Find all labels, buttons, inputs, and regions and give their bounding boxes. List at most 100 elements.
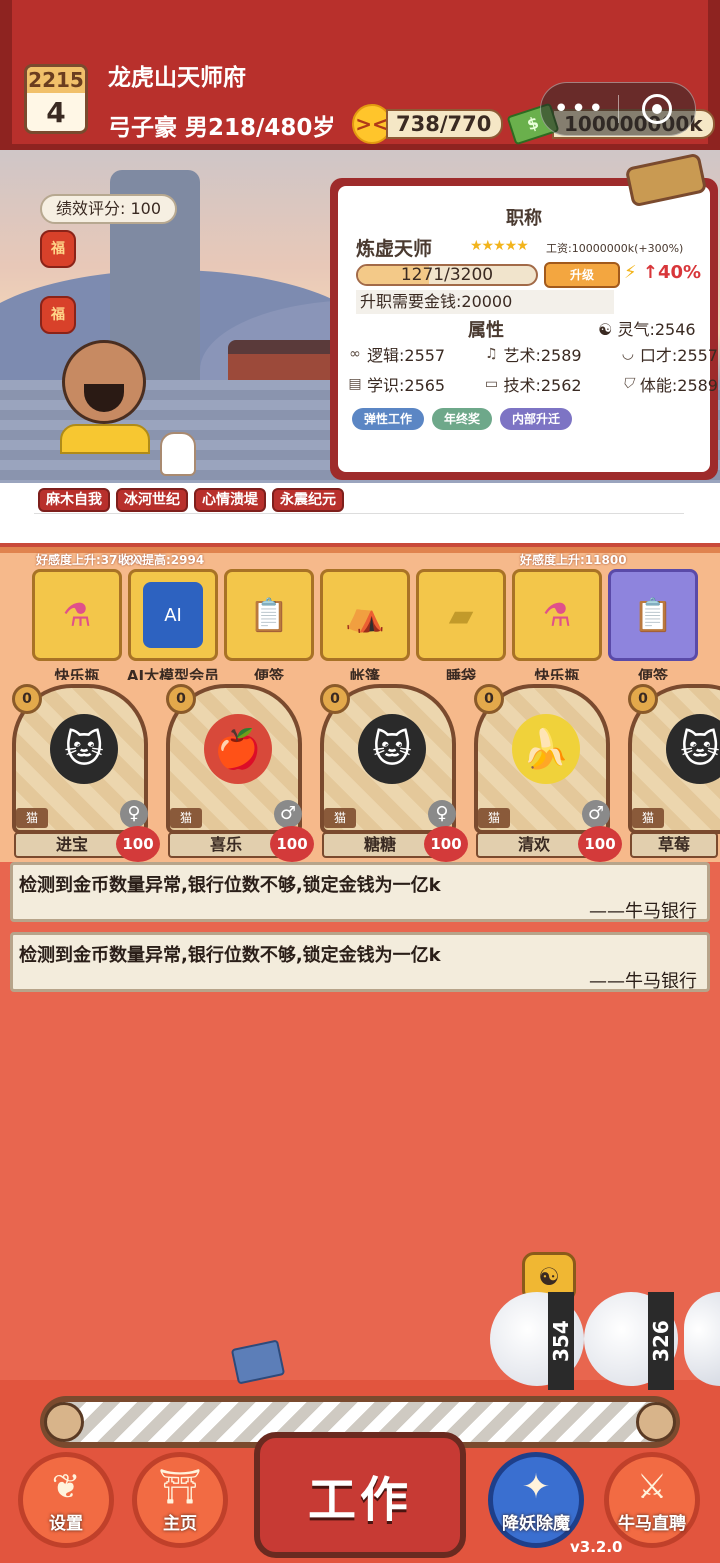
monitor-icon: ▭ <box>484 376 499 392</box>
buff-text: 好感度上升:11800 <box>520 553 627 567</box>
item-shelf: 好感度上升:37880 收入提高:2994 好感度上升:11800 ⚗ 快乐瓶 … <box>0 543 720 685</box>
clipboard-icon: 📋 <box>633 596 673 634</box>
music-note-icon: ♫ <box>485 346 498 362</box>
event-tag[interactable]: 冰河世纪 <box>116 488 188 512</box>
pet-name: 草莓 <box>630 832 718 858</box>
attribute-tech: ▭ 技术:2562 <box>482 372 582 396</box>
counter-strip: 326 <box>648 1292 674 1390</box>
settings-button[interactable]: ❦ 设置 <box>18 1452 114 1548</box>
home-button[interactable]: ⛩ 主页 <box>132 1452 228 1548</box>
avatar-body <box>60 424 150 454</box>
item-slot-sleeping-bag[interactable]: ▰ <box>416 569 506 661</box>
recruit-button[interactable]: ⚔ 牛马直聘 <box>604 1452 700 1548</box>
shield-icon: ⛉ <box>622 376 634 392</box>
pet-card[interactable]: 🍎 0 猫 ♂ 喜乐 100 <box>166 684 314 862</box>
book-icon: ▤ <box>348 376 362 392</box>
attribute-knowledge: ▤ 学识:2565 <box>346 372 445 396</box>
performance-value: 100 <box>130 199 162 218</box>
lips-icon: ◡ <box>622 346 634 362</box>
pet-species: 猫 <box>632 808 665 828</box>
item-slot-happy-bottle[interactable]: ⚗ <box>512 569 602 661</box>
heart-icon: 100 <box>116 826 160 862</box>
lingqi-value: 灵气:2546 <box>617 320 696 339</box>
counter-strip: 354 <box>548 1292 574 1390</box>
bonus-indicator: ⚡ ↑40% <box>624 262 701 283</box>
pet-species: 猫 <box>16 808 49 828</box>
attribute-stamina: ⛉ 体能:2589 <box>619 372 718 396</box>
cat-icon: 🐱 <box>50 714 118 784</box>
calendar-year: 2215 <box>27 67 85 93</box>
star-rating: ★★★★★ <box>470 238 529 254</box>
bonus-value: ↑40% <box>642 262 702 283</box>
crossed-swords-icon: ⚔ <box>636 1466 668 1507</box>
exorcise-label: 降妖除魔 <box>502 1513 570 1534</box>
pet-card[interactable]: 🐱 0 猫 ♀ 进宝 100 <box>12 684 160 862</box>
male-icon: ♂ <box>274 800 302 828</box>
pet-row: 🐱 0 猫 ♀ 进宝 100 🍎 0 猫 ♂ 喜乐 100 🐱 0 猫 ♀ 糖糖… <box>0 680 720 862</box>
perk-tag[interactable]: 弹性工作 <box>352 408 425 430</box>
work-label: 工作 <box>307 1472 412 1528</box>
notice-message: 检测到金币数量异常,银行位数不够,锁定金钱为一亿k ——牛马银行 <box>10 932 710 992</box>
job-name: 炼虚天师 <box>356 238 433 260</box>
attribute-art: ♫ 艺术:2589 <box>482 342 581 366</box>
mood-value: 738/770 <box>386 109 504 139</box>
clipboard-icon: 📋 <box>249 596 289 634</box>
pet-card[interactable]: 🐱 0 猫 草莓 <box>628 684 720 860</box>
item-slot-tent[interactable]: ⛺ <box>320 569 410 661</box>
potion-icon: ⚗ <box>542 596 572 634</box>
performance-label: 绩效评分: <box>56 199 126 218</box>
pet-species: 猫 <box>324 808 357 828</box>
banana-cat-icon: 🍌 <box>512 714 580 784</box>
recruit-label: 牛马直聘 <box>618 1513 686 1534</box>
perk-tag[interactable]: 年终奖 <box>432 408 493 430</box>
event-tag[interactable]: 心情溃堤 <box>194 488 266 512</box>
event-tag[interactable]: 麻木自我 <box>38 488 110 512</box>
notice-message: 检测到金币数量异常,银行位数不够,锁定金钱为一亿k ——牛马银行 <box>10 862 710 922</box>
title-card-inner: 职称 炼虚天师 ★★★★★ 工资:10000000k(+300%) 1271/3… <box>338 186 718 472</box>
link-icon: ∞ <box>349 346 361 362</box>
exorcise-button[interactable]: ✦ 降妖除魔 <box>488 1452 584 1548</box>
notice-signature: ——牛马银行 <box>589 901 697 922</box>
top-header: 2215 4 龙虎山天师府 弓子豪 男218/480岁 >< 738/770 $… <box>0 0 720 150</box>
home-label: 主页 <box>163 1513 197 1534</box>
calendar-widget: 2215 4 <box>24 64 88 134</box>
item-slot-ai-member[interactable]: AI <box>128 569 218 661</box>
heart-icon: 100 <box>424 826 468 862</box>
book-icon[interactable] <box>230 1339 286 1385</box>
wing-icon: ❦ <box>51 1466 81 1507</box>
item-slot-note[interactable]: 📋 <box>224 569 314 661</box>
roller-icon <box>44 1402 84 1442</box>
calendar-day: 4 <box>46 96 66 129</box>
event-tag[interactable]: 永震纪元 <box>272 488 344 512</box>
pet-card[interactable]: 🍌 0 猫 ♂ 清欢 100 <box>474 684 622 862</box>
lightning-icon: ⚡ <box>624 262 637 283</box>
pet-card[interactable]: 🐱 0 猫 ♀ 糖糖 100 <box>320 684 468 862</box>
notice-signature: ——牛马银行 <box>589 971 697 992</box>
mood-display: >< 738/770 <box>352 104 504 144</box>
lantern-icon: 福 <box>40 230 76 268</box>
work-button[interactable]: 工作 <box>254 1432 466 1558</box>
experience-bar: 1271/3200 <box>356 264 538 286</box>
heart-icon: 100 <box>270 826 314 862</box>
apple-cat-icon: 🍎 <box>204 714 272 784</box>
cloud-bubble[interactable] <box>684 1292 720 1386</box>
pet-level-badge: 0 <box>474 684 504 714</box>
player-avatar[interactable] <box>56 340 152 454</box>
promote-button[interactable]: 升级 <box>544 262 620 288</box>
mini-program-capsule: ••• <box>540 82 696 136</box>
buff-text: 收入提高:2994 <box>118 553 205 567</box>
close-mini-program-button[interactable] <box>619 94 695 124</box>
lingqi-stat: ☯ 灵气:2546 <box>598 316 696 340</box>
more-menu-button[interactable]: ••• <box>541 94 618 124</box>
title-card: 职称 炼虚天师 ★★★★★ 工资:10000000k(+300%) 1271/3… <box>330 178 718 480</box>
pet-level-badge: 0 <box>320 684 350 714</box>
perk-tag[interactable]: 内部升迁 <box>500 408 573 430</box>
event-strip: 麻木自我 冰河世纪 心情溃堤 永震纪元 <box>0 483 720 543</box>
perk-tags: 弹性工作 年终奖 内部升迁 <box>352 408 573 430</box>
title-section-heading: 职称 <box>506 208 542 229</box>
settings-label: 设置 <box>49 1513 83 1534</box>
performance-score: 绩效评分: 100 <box>40 194 178 224</box>
item-slot-happy-bottle[interactable]: ⚗ <box>32 569 122 661</box>
item-slot-note[interactable]: 📋 <box>608 569 698 661</box>
pet-name: 喜乐 <box>168 832 284 858</box>
